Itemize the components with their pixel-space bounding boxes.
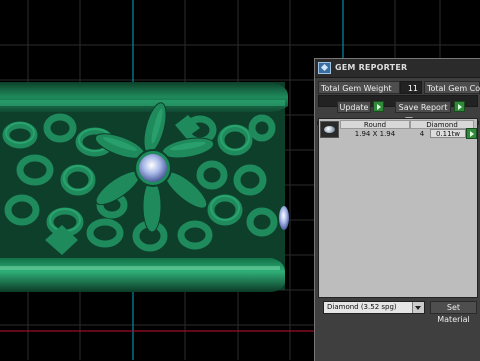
panel-title-bar[interactable]: GEM REPORTER [315,59,480,78]
round-gem-icon [320,121,339,138]
row-shape-size: 1.94 X 1.94 [354,130,396,138]
side-gem[interactable] [279,206,289,230]
table-row[interactable]: 1.94 X 1.94 4 0.11tw [320,120,477,139]
gem-reporter-icon [318,62,331,74]
set-material-button[interactable]: Set Material [430,301,477,324]
gem-list[interactable]: Round Diamond 1.94 X 1.94 4 0.11tw [318,118,478,298]
material-select-value: Diamond (3.52 spg) [327,303,397,311]
save-report-button[interactable]: Save Report [395,101,451,113]
update-go-icon[interactable] [373,101,384,112]
save-report-go-icon[interactable] [454,101,465,112]
update-button[interactable]: Update [337,101,371,113]
total-gem-count-label: Total Gem Count [424,81,480,94]
center-gem[interactable] [139,154,167,182]
material-select[interactable]: Diamond (3.52 spg) [323,301,425,314]
chevron-down-icon[interactable] [412,302,424,313]
material-row: Diamond (3.52 spg) Set Material [323,301,480,324]
gem-reporter-panel: GEM REPORTER Total Gem Weight 11 Total G… [314,58,480,361]
total-gem-weight-label: Total Gem Weight [318,81,400,94]
row-go-icon[interactable] [466,128,477,139]
panel-title: GEM REPORTER [335,63,408,72]
row-count: 4 [419,130,425,138]
row-weight: 0.11tw [430,129,466,138]
total-gem-weight-value: 11 [400,81,422,94]
